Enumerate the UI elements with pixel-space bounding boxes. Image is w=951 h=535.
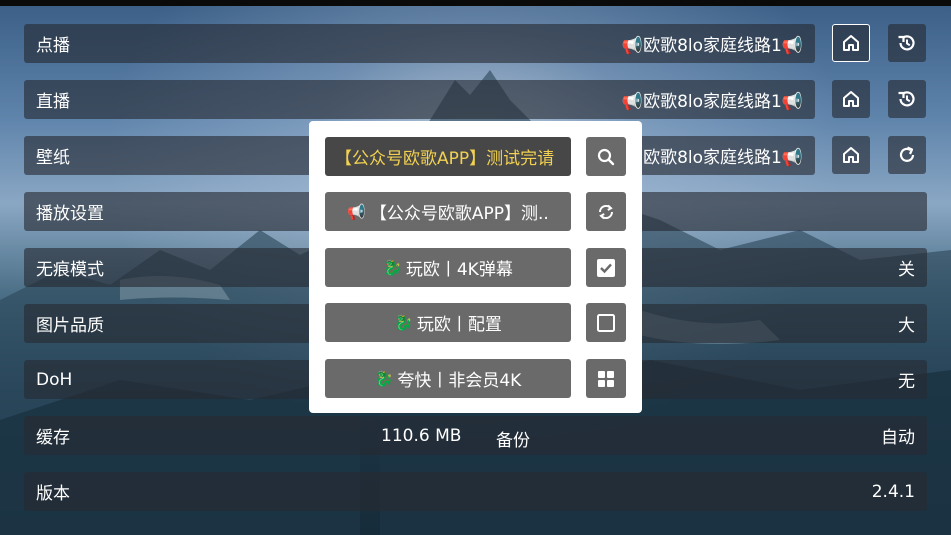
site-option-4[interactable]: 🐉 玩欧丨配置 bbox=[325, 303, 571, 342]
setting-value: 关 bbox=[898, 260, 915, 280]
wallpaper-home-button[interactable] bbox=[832, 136, 870, 174]
history-icon bbox=[898, 35, 915, 51]
site-option-3[interactable]: 🐉 玩欧丨4K弹幕 bbox=[325, 248, 571, 287]
setting-value: 无 bbox=[898, 372, 915, 392]
dragon-icon: 🐉 bbox=[383, 258, 402, 277]
checkbox-checked-icon bbox=[597, 258, 615, 277]
setting-value: 大 bbox=[898, 316, 915, 336]
option-label: 玩欧丨4K弹幕 bbox=[405, 260, 513, 280]
setting-label: 缓存 bbox=[36, 428, 70, 448]
setting-value: 📢欧歌8lo家庭线路1📢 bbox=[621, 92, 803, 112]
megaphone-icon: 📢 bbox=[347, 202, 366, 221]
setting-value: 自动 bbox=[881, 428, 915, 448]
setting-label: 图片品质 bbox=[36, 316, 104, 336]
live-home-button[interactable] bbox=[832, 80, 870, 118]
history-icon bbox=[898, 91, 915, 107]
home-icon bbox=[843, 35, 859, 51]
site-option-2[interactable]: 📢 【公众号欧歌APP】测.. bbox=[325, 192, 571, 231]
option-label: 【公众号欧歌APP】测.. bbox=[369, 204, 549, 224]
setting-row-live[interactable]: 直播 📢欧歌8lo家庭线路1📢 bbox=[24, 80, 815, 119]
option-label: 【公众号欧歌APP】测试完请 bbox=[335, 149, 555, 169]
site-option-1[interactable]: 【公众号欧歌APP】测试完请 bbox=[325, 137, 571, 176]
grid-icon bbox=[598, 370, 614, 387]
setting-row-version[interactable]: 版本 2.4.1 bbox=[24, 472, 927, 511]
vod-history-button[interactable] bbox=[888, 24, 926, 62]
refresh-icon bbox=[598, 204, 614, 219]
setting-row-vod[interactable]: 点播 📢欧歌8lo家庭线路1📢 bbox=[24, 24, 815, 63]
setting-label: 直播 bbox=[36, 92, 70, 112]
setting-label: 无痕模式 bbox=[36, 260, 104, 280]
option-label: 玩欧丨配置 bbox=[416, 315, 502, 335]
setting-row-cache[interactable]: 缓存 自动 bbox=[24, 416, 927, 455]
sync-button[interactable] bbox=[586, 192, 626, 231]
setting-label: 播放设置 bbox=[36, 204, 104, 224]
setting-label: DoH bbox=[36, 369, 73, 390]
option-label: 夸快丨非会员4K bbox=[397, 371, 522, 391]
cache-size: 110.6 MB bbox=[381, 426, 462, 446]
setting-value: 📢欧歌8lo家庭线路1📢 bbox=[621, 148, 803, 168]
live-history-button[interactable] bbox=[888, 80, 926, 118]
refresh-icon bbox=[899, 146, 915, 162]
search-icon bbox=[597, 148, 615, 165]
wallpaper-refresh-button[interactable] bbox=[888, 136, 926, 174]
grid-button[interactable] bbox=[586, 359, 626, 398]
setting-label: 壁纸 bbox=[36, 148, 70, 168]
dragon-icon: 🐉 bbox=[374, 369, 394, 388]
setting-value: 📢欧歌8lo家庭线路1📢 bbox=[621, 36, 803, 56]
search-button[interactable] bbox=[586, 137, 626, 176]
dragon-icon: 🐉 bbox=[394, 313, 413, 332]
site-option-5[interactable]: 🐉 夸快丨非会员4K bbox=[325, 359, 571, 398]
setting-label: 版本 bbox=[36, 484, 70, 504]
home-icon bbox=[843, 147, 859, 163]
site-select-dialog: 【公众号欧歌APP】测试完请 📢 【公众号欧歌APP】测.. 🐉 玩欧丨4K弹幕… bbox=[309, 121, 642, 413]
checkbox-empty-icon bbox=[597, 313, 615, 332]
setting-value: 2.4.1 bbox=[871, 481, 915, 502]
option-checkbox-checked[interactable] bbox=[586, 248, 626, 287]
setting-label: 点播 bbox=[36, 36, 70, 56]
home-icon bbox=[843, 91, 859, 107]
cache-backup-button[interactable]: 备份 bbox=[496, 426, 530, 451]
option-checkbox-empty[interactable] bbox=[586, 303, 626, 342]
vod-home-button[interactable] bbox=[832, 24, 870, 62]
